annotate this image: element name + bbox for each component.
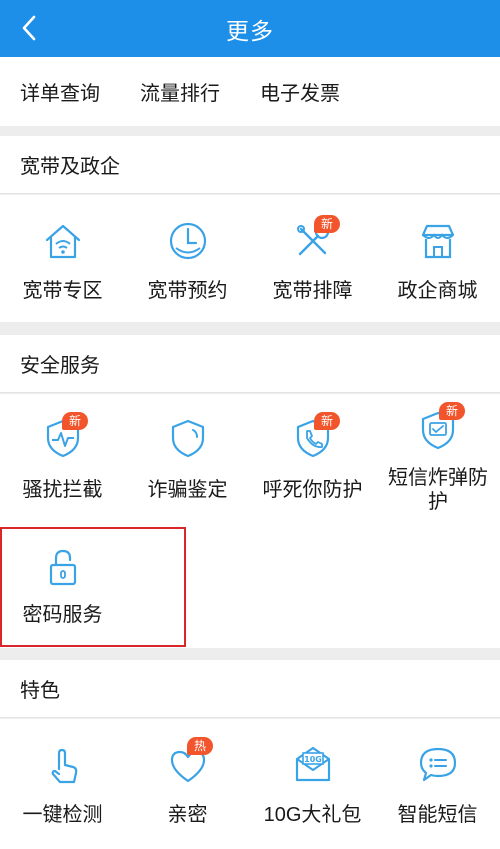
grid-item-intimate[interactable]: 热 亲密 bbox=[125, 719, 250, 849]
grid-item-label-text: 短信炸弹防护 bbox=[388, 467, 488, 513]
grid-item-broadband-troubleshoot[interactable]: 新 宽带排障 bbox=[250, 195, 375, 322]
section-title-broadband: 宽带及政企 bbox=[0, 136, 500, 194]
grid-item-label: 亲密 bbox=[167, 804, 208, 826]
section-title-security: 安全服务 bbox=[0, 335, 500, 393]
clock-icon bbox=[169, 222, 207, 260]
grid-item-harassment-block[interactable]: 新 骚扰拦截 bbox=[0, 394, 125, 521]
envelope-10g-icon: 10G bbox=[295, 746, 331, 782]
link-e-invoice[interactable]: 电子发票 bbox=[260, 77, 340, 106]
grid-item-label: 骚扰拦截 bbox=[22, 479, 103, 501]
tap-icon bbox=[51, 748, 78, 784]
envelope-10g-text: 10G bbox=[304, 755, 322, 764]
app-header: 更多 bbox=[0, 0, 500, 57]
grid-item-one-click-check[interactable]: 一键检测 bbox=[0, 719, 125, 849]
quick-links-row: 详单查询 流量排行 电子发票 bbox=[0, 57, 500, 126]
grid-item-call-bomb-protection[interactable]: 新 呼死你防护 bbox=[250, 394, 375, 521]
chat-icon bbox=[419, 747, 457, 782]
new-badge: 新 bbox=[314, 412, 340, 430]
grid-item-smart-sms[interactable]: 智能短信 bbox=[375, 719, 500, 849]
grid-item-label: 政企商城 bbox=[397, 280, 478, 302]
grid-item-fraud-check[interactable]: 诈骗鉴定 bbox=[125, 394, 250, 521]
shield-icon bbox=[171, 419, 205, 458]
grid-item-sms-bomb-protection[interactable]: 新 短信炸弹防护 bbox=[375, 394, 500, 521]
home-wifi-icon bbox=[45, 224, 81, 259]
grid-item-label: 一键检测 bbox=[22, 804, 103, 826]
grid-item-broadband-zone[interactable]: 宽带专区 bbox=[0, 195, 125, 322]
back-button[interactable] bbox=[14, 12, 44, 44]
grid-item-label: 呼死你防护 bbox=[262, 479, 363, 501]
hot-badge: 热 bbox=[187, 737, 213, 755]
grid-item-label: 宽带预约 bbox=[147, 280, 228, 302]
grid-item-label: 智能短信 bbox=[397, 804, 478, 826]
grid-item-label: 10G大礼包 bbox=[263, 804, 362, 826]
link-traffic-ranking[interactable]: 流量排行 bbox=[140, 77, 220, 106]
grid-item-10g-gift-pack[interactable]: 10G 10G大礼包 bbox=[250, 719, 375, 849]
broadband-grid: 宽带专区 宽带预约 新 宽带排障 政企商城 bbox=[0, 195, 500, 322]
new-badge: 新 bbox=[62, 412, 88, 430]
grid-item-broadband-appointment[interactable]: 宽带预约 bbox=[125, 195, 250, 322]
link-call-details[interactable]: 详单查询 bbox=[20, 77, 100, 106]
grid-item-label: 宽带专区 bbox=[22, 280, 103, 302]
grid-item-label: 宽带排障 bbox=[272, 280, 353, 302]
features-grid: 一键检测 热 亲密 10G 10G大礼包 智能短信 bbox=[0, 719, 500, 849]
highlight-box bbox=[0, 527, 186, 647]
chevron-left-icon bbox=[22, 15, 36, 41]
store-icon bbox=[421, 224, 455, 259]
section-title-features: 特色 bbox=[0, 660, 500, 718]
new-badge: 新 bbox=[439, 402, 465, 420]
new-badge: 新 bbox=[314, 215, 340, 233]
grid-item-label: 诈骗鉴定 bbox=[147, 479, 228, 501]
grid-item-label: 短信炸弹防护 bbox=[375, 466, 500, 514]
grid-item-enterprise-store[interactable]: 政企商城 bbox=[375, 195, 500, 322]
page-title: 更多 bbox=[226, 17, 274, 44]
